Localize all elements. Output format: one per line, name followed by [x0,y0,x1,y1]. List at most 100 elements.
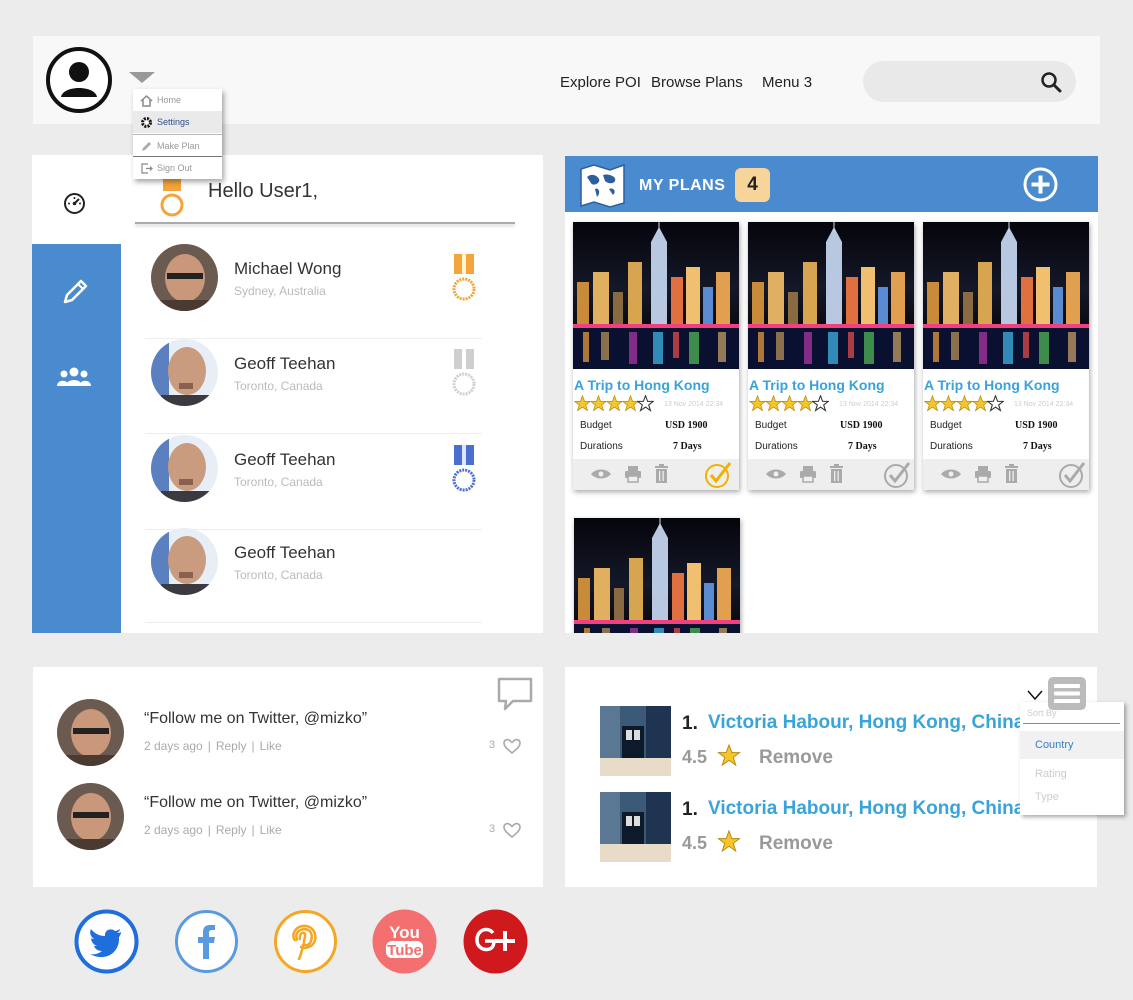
nav-browse-plans[interactable]: Browse Plans [651,74,743,91]
heart-icon[interactable] [503,822,521,839]
sort-option-type[interactable]: Type [1020,783,1124,811]
duration-value: 7 Days [673,441,702,452]
check-circle-icon[interactable] [1058,461,1086,489]
budget-label: Budget [580,420,612,431]
print-icon[interactable] [974,465,992,483]
plan-card[interactable]: A Trip to Hong Kong 13 Nov 2014 22:34 Bu… [923,222,1089,490]
eye-icon[interactable] [590,468,612,480]
comments-panel: “Follow me on Twitter, @mizko” 2 days ag… [33,667,543,887]
chevron-down-icon[interactable] [129,72,155,83]
trash-icon[interactable] [654,464,669,484]
print-icon[interactable] [799,465,817,483]
plan-card[interactable]: A Trip to Hong Kong 13 Nov 2014 22:34 Bu… [748,222,914,490]
user-name: Geoff Teehan [234,450,336,469]
like-link[interactable]: Like [260,739,282,753]
user-name: Geoff Teehan [234,354,336,373]
user-location: Sydney, Australia [234,284,326,298]
comment-meta: 2 days ago | Reply | Like [144,739,282,753]
poi-rating: 4.5 [682,747,708,767]
plan-title[interactable]: A Trip to Hong Kong [924,377,1060,393]
user-row[interactable]: Geoff Teehan Toronto, Canada [145,339,482,434]
menu-icon[interactable] [1048,677,1086,710]
user-row[interactable]: Michael Wong Sydney, Australia [145,244,482,339]
trash-icon[interactable] [1004,464,1019,484]
plan-image [923,222,1089,369]
facebook-icon[interactable] [174,909,239,974]
poi-item: 1. Victoria Habour, Hong Kong, China 4.5… [600,706,1024,776]
pencil-icon [142,142,151,151]
user-row[interactable]: Geoff Teehan Toronto, Canada [145,435,482,530]
trash-icon[interactable] [829,464,844,484]
rating-stars [749,395,829,412]
duration-label: Durations [755,441,798,452]
plan-title[interactable]: A Trip to Hong Kong [749,377,885,393]
nav-menu-3[interactable]: Menu 3 [762,74,812,91]
poi-rating: 4.5 [682,833,708,853]
plan-card[interactable]: A Trip to Hong Kong 13 Nov 2014 22:34 Bu… [573,222,739,490]
plan-image [748,222,914,369]
heart-icon[interactable] [503,738,521,755]
remove-button[interactable]: Remove [759,747,833,769]
divider [135,222,515,224]
google-plus-icon[interactable] [463,909,528,974]
poi-number: 1. [682,713,698,734]
plans-count-badge: 4 [735,168,770,202]
silver-medal-icon [452,349,476,396]
chevron-down-icon[interactable] [1026,689,1044,701]
budget-value: USD 1900 [1015,420,1058,431]
comment-text: “Follow me on Twitter, @mizko” [144,710,368,727]
search-icon[interactable] [1040,71,1062,93]
youtube-icon[interactable]: You Tube [372,909,437,974]
poi-name[interactable]: Victoria Habour, Hong Kong, China [708,798,1024,820]
divider [1023,723,1120,724]
remove-button[interactable]: Remove [759,833,833,855]
avatar [57,699,124,766]
menu-item-label: Home [157,95,182,105]
check-circle-icon[interactable] [883,461,911,489]
budget-value: USD 1900 [840,420,883,431]
poi-name[interactable]: Victoria Habour, Hong Kong, China [708,712,1024,734]
duration-value: 7 Days [848,441,877,452]
plan-title[interactable]: A Trip to Hong Kong [574,377,710,393]
reply-link[interactable]: Reply [216,823,247,837]
avatar [151,528,218,595]
group-icon[interactable] [56,366,92,388]
avatar [151,435,218,502]
user-avatar-icon[interactable] [46,47,112,113]
plan-card[interactable] [574,518,740,633]
reply-link[interactable]: Reply [216,739,247,753]
budget-label: Budget [755,420,787,431]
print-icon[interactable] [624,465,642,483]
user-row[interactable]: Geoff Teehan Toronto, Canada [145,528,482,623]
pencil-icon[interactable] [60,277,90,307]
poi-image [600,706,671,776]
duration-label: Durations [930,441,973,452]
sidebar-item-dashboard[interactable] [32,155,121,244]
menu-item-sign-out[interactable]: Sign Out [133,156,222,178]
poi-image [600,792,671,862]
check-circle-icon[interactable] [704,461,732,489]
user-dropdown-menu: Home Settings Make Plan Sign Out [133,89,222,179]
plan-card-actions [748,459,914,490]
like-link[interactable]: Like [260,823,282,837]
add-plan-button[interactable] [1023,167,1058,202]
pinterest-icon[interactable] [273,909,338,974]
menu-item-settings[interactable]: Settings [133,111,222,133]
my-plans-title: MY PLANS [639,177,726,194]
plan-image [574,518,740,633]
sort-option-country[interactable]: Country [1020,731,1124,759]
search-input[interactable] [863,61,1076,102]
eye-icon[interactable] [765,468,787,480]
user-location: Toronto, Canada [234,475,323,489]
poi-number: 1. [682,799,698,820]
twitter-icon[interactable] [74,909,139,974]
user-location: Toronto, Canada [234,568,323,582]
menu-item-make-plan[interactable]: Make Plan [133,134,222,156]
user-location: Toronto, Canada [234,379,323,393]
menu-item-home[interactable]: Home [133,89,222,111]
user-name: Michael Wong [234,259,342,278]
plan-date: 13 Nov 2014 22:34 [1014,401,1074,408]
sort-dropdown: Sort By Country Rating Type [1020,702,1124,815]
eye-icon[interactable] [940,468,962,480]
nav-explore-poi[interactable]: Explore POI [560,74,641,91]
